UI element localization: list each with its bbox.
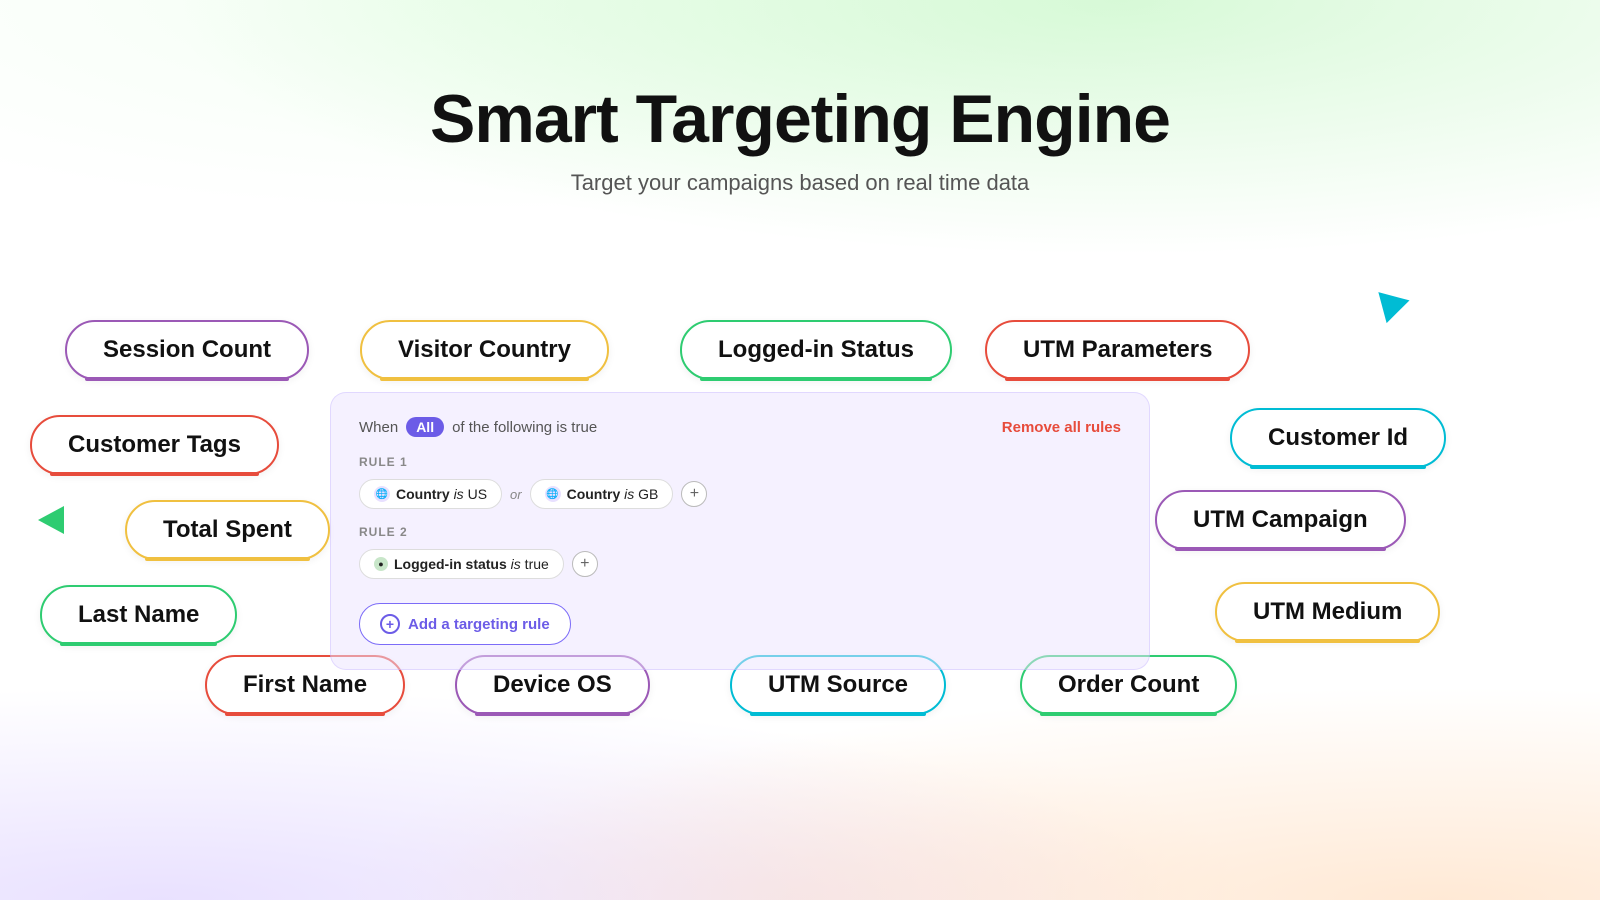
green-arrow-decoration <box>38 506 64 534</box>
globe-icon-2: 🌐 <box>545 486 561 502</box>
globe-icon-1: 🌐 <box>374 486 390 502</box>
add-targeting-rule-button[interactable]: + Add a targeting rule <box>359 603 571 645</box>
rule-1-row: 🌐 Country is US or 🌐 Country is GB + <box>359 479 1121 509</box>
dot-icon-1: ● <box>374 557 388 571</box>
page-title: Smart Targeting Engine <box>0 80 1600 158</box>
pill-total-spent[interactable]: Total Spent <box>125 500 330 560</box>
cursor-decoration <box>1378 285 1413 323</box>
rule-panel: When All of the following is true Remove… <box>330 392 1150 670</box>
of-text: of the following is true <box>452 419 597 436</box>
rule-1-connector: or <box>510 487 522 502</box>
pill-customer-id[interactable]: Customer Id <box>1230 408 1446 468</box>
page-subtitle: Target your campaigns based on real time… <box>0 170 1600 196</box>
add-rule-label: Add a targeting rule <box>408 616 550 633</box>
pill-visitor-country[interactable]: Visitor Country <box>360 320 609 380</box>
pill-utm-parameters[interactable]: UTM Parameters <box>985 320 1250 380</box>
all-badge[interactable]: All <box>406 417 444 437</box>
pill-logged-in-status[interactable]: Logged-in Status <box>680 320 952 380</box>
rule-1-label: RULE 1 <box>359 455 1121 469</box>
pill-utm-medium[interactable]: UTM Medium <box>1215 582 1440 642</box>
pill-utm-campaign[interactable]: UTM Campaign <box>1155 490 1406 550</box>
rule-1-section: RULE 1 🌐 Country is US or 🌐 Country is G… <box>359 455 1121 509</box>
pill-session-count[interactable]: Session Count <box>65 320 309 380</box>
add-rule-plus-icon: + <box>380 614 400 634</box>
rule-1-condition-1[interactable]: 🌐 Country is US <box>359 479 502 509</box>
rule-2-add-condition-button[interactable]: + <box>572 551 598 577</box>
rule-1-add-condition-button[interactable]: + <box>681 481 707 507</box>
pill-customer-tags[interactable]: Customer Tags <box>30 415 279 475</box>
rule-2-label: RULE 2 <box>359 525 1121 539</box>
page-header: Smart Targeting Engine Target your campa… <box>0 0 1600 226</box>
when-text: When <box>359 419 398 436</box>
rule-panel-header: When All of the following is true Remove… <box>359 417 1121 437</box>
pill-last-name[interactable]: Last Name <box>40 585 237 645</box>
rule-panel-when-clause: When All of the following is true <box>359 417 597 437</box>
rule-2-section: RULE 2 ● Logged-in status is true + <box>359 525 1121 579</box>
rule-1-condition-2[interactable]: 🌐 Country is GB <box>530 479 674 509</box>
rule-2-condition-1[interactable]: ● Logged-in status is true <box>359 549 564 579</box>
rule-2-row: ● Logged-in status is true + <box>359 549 1121 579</box>
remove-all-rules-button[interactable]: Remove all rules <box>1002 419 1121 436</box>
